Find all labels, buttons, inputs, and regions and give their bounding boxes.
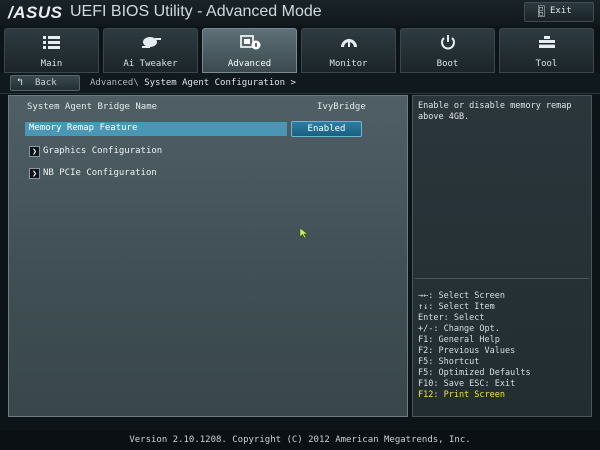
- tab-label: Boot: [436, 59, 459, 69]
- exit-label: Exit: [550, 6, 572, 16]
- tab-label: Monitor: [329, 59, 368, 69]
- bridge-name-row: System Agent Bridge Name IvyBridge: [27, 102, 377, 112]
- help-panel: Enable or disable memory remap above 4GB…: [412, 95, 592, 417]
- tab-ai-tweaker[interactable]: Ai Tweaker: [103, 28, 198, 73]
- toolbox-icon: [500, 34, 593, 54]
- tab-tool[interactable]: Tool: [499, 28, 594, 73]
- key-hint: F2: Previous Values: [418, 346, 516, 356]
- memory-remap-label: Memory Remap Feature: [29, 123, 138, 133]
- key-legend: →←: Select Screen ↑↓: Select Item Enter:…: [418, 291, 590, 401]
- title-bar: /ASUS UEFI BIOS Utility - Advanced Mode …: [0, 0, 600, 26]
- help-description: Enable or disable memory remap above 4GB…: [418, 101, 572, 122]
- submenu-graphics-configuration[interactable]: ❯ Graphics Configuration: [29, 146, 229, 158]
- key-hint-print-screen: F12: Print Screen: [418, 390, 505, 400]
- bridge-name-label: System Agent Bridge Name: [27, 102, 158, 112]
- list-icon: [5, 34, 98, 54]
- chevron-right-icon: ❯: [29, 146, 40, 157]
- tab-advanced[interactable]: Advanced: [202, 28, 297, 73]
- mouse-pointer-icon: [299, 224, 309, 243]
- bridge-name-value: IvyBridge: [317, 102, 366, 112]
- breadcrumb-root[interactable]: Advanced\: [90, 78, 139, 88]
- key-hint: →←: Select Screen: [418, 291, 505, 301]
- breadcrumb-bar: ↰ Back Advanced\ System Agent Configurat…: [0, 73, 600, 94]
- version-footer: Version 2.10.1208. Copyright (C) 2012 Am…: [0, 431, 600, 450]
- breadcrumb: Advanced\ System Agent Configuration >: [90, 78, 296, 88]
- key-hint: Enter: Select: [418, 313, 485, 323]
- tab-boot[interactable]: Boot: [400, 28, 495, 73]
- back-button[interactable]: ↰ Back: [10, 75, 80, 91]
- chevron-right-icon: ❯: [29, 168, 40, 179]
- exit-door-icon: 🚪︎: [534, 5, 548, 18]
- tab-main[interactable]: Main: [4, 28, 99, 73]
- submenu-label: NB PCIe Configuration: [43, 168, 157, 178]
- tab-label: Ai Tweaker: [123, 59, 178, 69]
- back-label: Back: [35, 78, 57, 88]
- tab-bar: Main Ai Tweaker Advanced Monitor Boot To…: [4, 28, 596, 73]
- tab-label: Tool: [535, 59, 558, 69]
- satellite-icon: [104, 34, 197, 54]
- exit-button[interactable]: 🚪︎ Exit: [524, 2, 594, 22]
- chip-info-icon: [203, 34, 296, 54]
- key-hint: +/-: Change Opt.: [418, 324, 500, 334]
- gauge-icon: [302, 34, 395, 54]
- key-hint: F1: General Help: [418, 335, 500, 345]
- tab-monitor[interactable]: Monitor: [301, 28, 396, 73]
- key-hint: ↑↓: Select Item: [418, 302, 495, 312]
- submenu-label: Graphics Configuration: [43, 146, 163, 156]
- key-hint: F10: Save ESC: Exit: [418, 379, 516, 389]
- help-divider: [415, 278, 589, 279]
- tab-label: Main: [40, 59, 63, 69]
- memory-remap-value-button[interactable]: Enabled: [291, 121, 362, 137]
- key-hint: F5: Optimized Defaults: [418, 368, 531, 378]
- app-title: UEFI BIOS Utility - Advanced Mode: [70, 3, 322, 20]
- tab-label: Advanced: [227, 59, 272, 69]
- settings-panel: System Agent Bridge Name IvyBridge Memor…: [8, 95, 408, 417]
- submenu-nb-pcie-configuration[interactable]: ❯ NB PCIe Configuration: [29, 168, 229, 180]
- memory-remap-row[interactable]: Memory Remap Feature: [25, 122, 287, 136]
- breadcrumb-current: System Agent Configuration >: [144, 78, 296, 88]
- asus-logo: /ASUS: [8, 3, 63, 22]
- power-icon: [401, 34, 494, 54]
- back-arrow-icon: ↰: [17, 77, 24, 88]
- key-hint: F5: Shortcut: [418, 357, 480, 367]
